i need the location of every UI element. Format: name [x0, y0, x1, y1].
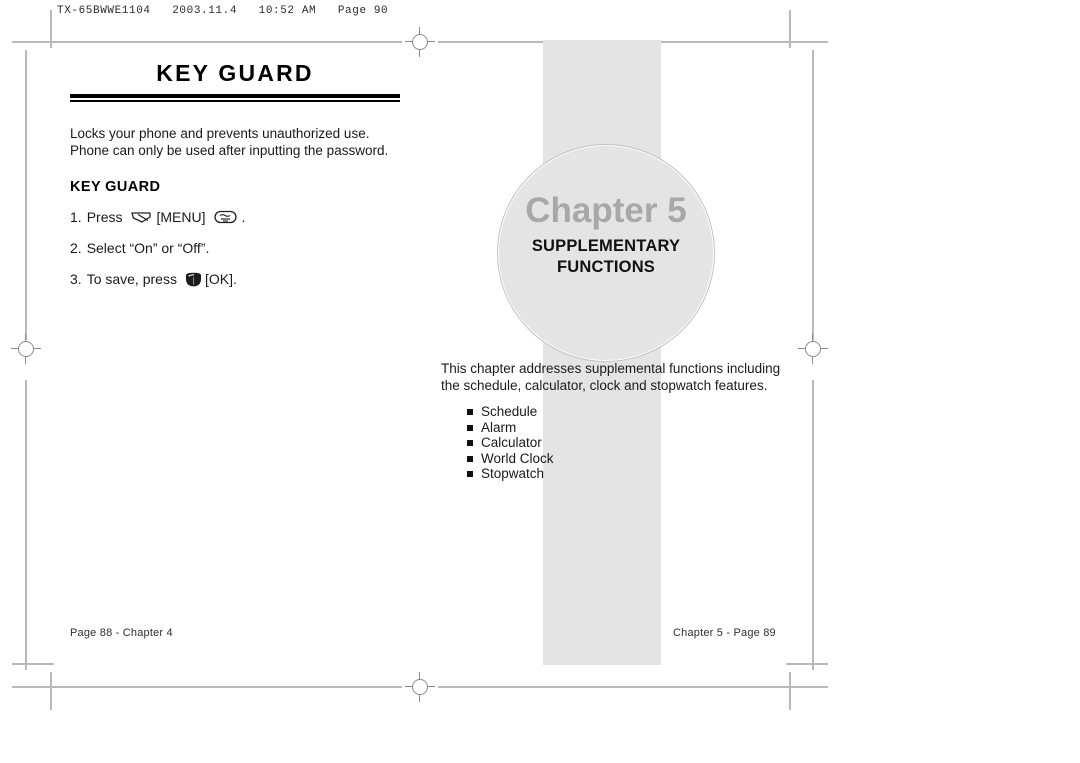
step-3-key-label: [OK]. — [204, 271, 237, 287]
title-rule-thick — [70, 94, 400, 98]
crop-mark-bottom-left-horizontal — [12, 663, 54, 665]
chapter-description-line-2: the schedule, calculator, clock and stop… — [441, 378, 768, 393]
trim-rule-right-lower — [812, 380, 814, 670]
chapter-number-label: Chapter 5 — [525, 191, 687, 230]
trim-rule-left-lower — [25, 380, 27, 670]
step-2: 2. Select “On” or “Off”. — [70, 240, 400, 256]
chapter-subtitle: SUPPLEMENTARY FUNCTIONS — [498, 236, 714, 278]
list-item: Stopwatch — [467, 466, 554, 482]
imposition-slug: TX-65BWWE1104 2003.11.4 10:52 AM Page 90 — [57, 5, 389, 17]
chapter-subtitle-line-1: SUPPLEMENTARY — [531, 237, 681, 255]
page-title: KEY GUARD — [156, 60, 314, 86]
chapter-badge-text: Chapter 5 SUPPLEMENTARY FUNCTIONS — [498, 191, 714, 278]
trim-rule-bottom-left — [12, 686, 402, 688]
feature-list: Schedule Alarm Calculator World Clock St… — [467, 404, 554, 482]
registration-circle — [805, 341, 821, 357]
list-item: Calculator — [467, 435, 554, 451]
square-bullet-icon — [467, 424, 473, 431]
square-bullet-icon — [467, 455, 473, 462]
registration-mark-left — [11, 334, 41, 364]
intro-paragraph: Locks your phone and prevents unauthoriz… — [70, 125, 400, 159]
registration-circle — [412, 34, 428, 50]
step-2-number: 2. — [70, 240, 82, 256]
section-heading: KEY GUARD — [70, 179, 161, 195]
feature-label: Stopwatch — [481, 466, 545, 482]
step-1-key-label: [MENU] — [156, 209, 206, 225]
feature-label: Alarm — [481, 419, 517, 435]
feature-label: World Clock — [481, 450, 554, 466]
chapter-description: This chapter addresses supplemental func… — [441, 360, 786, 394]
step-1-trailing-text: . — [241, 209, 246, 225]
trim-rule-bottom-right — [438, 686, 828, 688]
intro-line-1: Locks your phone and prevents unauthoriz… — [70, 126, 370, 141]
title-rule-thin — [70, 100, 400, 102]
registration-mark-bottom — [405, 672, 435, 702]
crop-mark-bottom-left-vertical — [50, 672, 52, 710]
menu-key-icon — [214, 210, 238, 224]
step-1: 1. Press [MENU] . — [70, 209, 400, 225]
step-3-number: 3. — [70, 271, 82, 287]
step-3-text: To save, press — [86, 271, 177, 287]
right-page-footer: Chapter 5 - Page 89 — [673, 627, 776, 639]
trim-rule-right-upper — [812, 50, 814, 340]
step-1-number: 1. — [70, 209, 82, 225]
intro-line-2: Phone can only be used after inputting t… — [70, 143, 389, 158]
chapter-subtitle-line-2: FUNCTIONS — [556, 258, 656, 276]
square-bullet-icon — [467, 471, 473, 478]
trim-rule-top-left — [12, 41, 402, 43]
square-bullet-icon — [467, 440, 473, 447]
registration-circle — [18, 341, 34, 357]
trim-rule-left-upper — [25, 50, 27, 340]
list-item: Schedule — [467, 404, 554, 420]
registration-circle — [412, 679, 428, 695]
chapter-badge: Chapter 5 SUPPLEMENTARY FUNCTIONS — [497, 144, 715, 362]
left-page: KEY GUARD Locks your phone and prevents … — [70, 60, 400, 302]
registration-mark-right — [798, 334, 828, 364]
chapter-description-line-1: This chapter addresses supplemental func… — [441, 361, 781, 376]
crop-mark-bottom-right-vertical — [789, 672, 791, 710]
crop-mark-bottom-right-horizontal — [786, 663, 828, 665]
document-page: TX-65BWWE1104 2003.11.4 10:52 AM Page 90 — [0, 0, 1080, 763]
list-item: Alarm — [467, 420, 554, 436]
square-bullet-icon — [467, 409, 473, 415]
left-page-footer: Page 88 - Chapter 4 — [70, 627, 173, 639]
feature-label: Calculator — [481, 435, 542, 451]
step-2-text: Select “On” or “Off”. — [86, 240, 210, 256]
registration-mark-top — [405, 27, 435, 57]
feature-label: Schedule — [481, 404, 538, 419]
list-item: World Clock — [467, 451, 554, 467]
step-1-text: Press — [86, 209, 123, 225]
title-underline — [70, 94, 400, 102]
ok-key-icon — [185, 272, 202, 287]
soft-key-icon — [131, 211, 152, 224]
steps-list: 1. Press [MENU] . 2. Select “On” or “Off… — [70, 209, 400, 287]
step-3: 3. To save, press [OK]. — [70, 271, 400, 287]
